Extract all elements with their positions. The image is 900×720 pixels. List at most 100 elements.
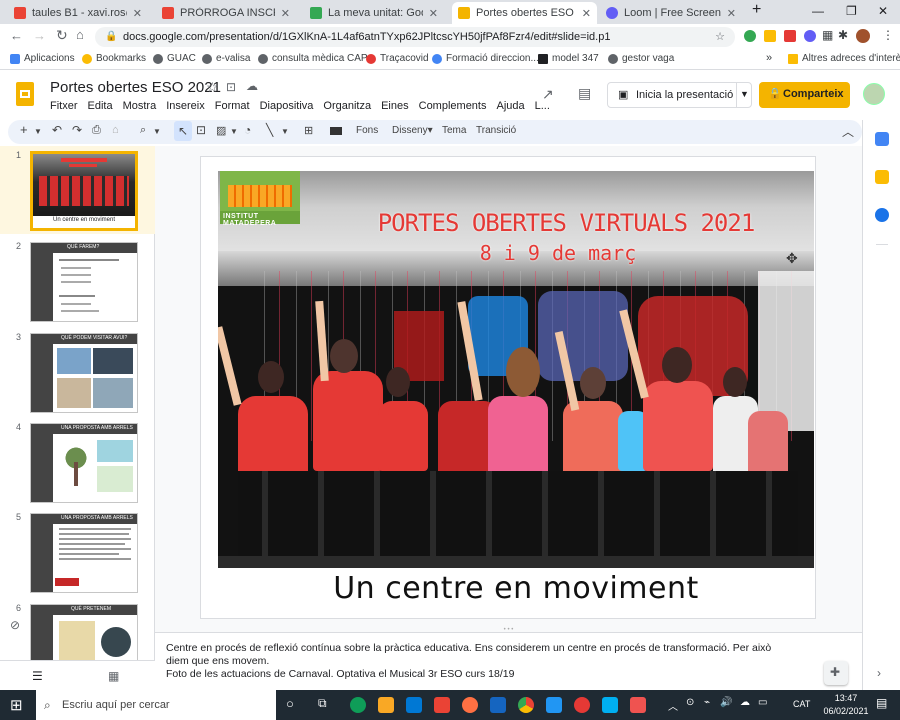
paint-format-icon[interactable]: ⌂ (112, 124, 119, 136)
shape-icon[interactable]: ◔ (244, 123, 251, 137)
slide-thumbnail[interactable]: QUÈ PRETENEM (30, 604, 138, 666)
network-icon[interactable]: ⌁ (704, 697, 710, 708)
edge-icon[interactable] (350, 697, 366, 713)
current-slide[interactable]: INSTITUT MATADEPERA PORTES OBERTES VIRTU… (201, 157, 815, 618)
outlook-icon[interactable] (490, 697, 506, 713)
chrome-icon[interactable] (518, 697, 534, 713)
puzzle-icon[interactable]: ✱ (838, 28, 848, 42)
close-icon[interactable]: ✕ (727, 7, 736, 20)
redo-icon[interactable]: ↷ (72, 123, 82, 137)
window-close-icon[interactable]: ✕ (878, 4, 888, 18)
bookmark-item[interactable]: Aplicacions (10, 53, 75, 64)
slides-logo-icon[interactable] (16, 82, 34, 106)
reload-icon[interactable]: ↻ (56, 27, 68, 44)
image-icon[interactable]: ▨ (216, 124, 226, 137)
restore-icon[interactable]: ❐ (846, 4, 857, 18)
firefox-icon[interactable] (462, 697, 478, 713)
bookmark-item[interactable]: Formació direccion... (432, 53, 539, 64)
language-indicator[interactable]: CAT (793, 699, 810, 709)
speaker-notes[interactable]: Centre en procés de reflexió contínua so… (155, 632, 862, 690)
chevron-down-icon[interactable]: ▼ (281, 127, 289, 136)
text-box-icon[interactable]: ⊡ (196, 123, 206, 137)
bookmark-item[interactable]: consulta mèdica CAP (258, 53, 368, 64)
new-slide-icon[interactable]: + (20, 122, 28, 137)
explore-button[interactable]: ✚ (824, 661, 848, 685)
grid-icon[interactable]: ▦ (822, 28, 833, 42)
file-explorer-icon[interactable] (378, 697, 394, 713)
browser-tab[interactable]: Loom | Free Screen & Video ✕ (600, 2, 742, 24)
grid-view-icon[interactable]: ▦ (108, 669, 119, 683)
close-icon[interactable]: ✕ (429, 7, 438, 20)
slide-thumbnail[interactable]: Un centre en moviment (30, 151, 138, 231)
url-field[interactable]: 🔒 docs.google.com/presentation/d/1GXlKnA… (95, 27, 735, 47)
clock-date[interactable]: 06/02/2021 (818, 706, 874, 716)
extension-icon[interactable] (744, 30, 756, 42)
taskbar-search-input[interactable]: ⌕ Escriu aquí per cercar (36, 690, 276, 720)
clock-time[interactable]: 13:47 (826, 693, 866, 703)
bookmark-item[interactable]: model 347 (538, 53, 599, 64)
app-icon[interactable] (546, 697, 562, 713)
slide-thumbnail[interactable]: UNA PROPOSTA AMB ARRELS (30, 513, 138, 593)
move-folder-icon[interactable]: ⊡ (226, 80, 236, 94)
close-icon[interactable]: ✕ (133, 7, 142, 20)
keep-icon[interactable] (875, 170, 889, 184)
extension-icon[interactable] (804, 30, 816, 42)
notifications-icon[interactable]: ▤ (876, 696, 887, 710)
zoom-icon[interactable]: ⌕ (140, 124, 146, 137)
line-icon[interactable]: ╲ (266, 123, 273, 137)
browser-tab[interactable]: taules B1 - xavi.ros@instituto ✕ (8, 2, 148, 24)
menu-ajuda[interactable]: Ajuda (496, 100, 524, 112)
bookmark-item[interactable]: Bookmarks (82, 53, 146, 64)
slide-thumbnail[interactable]: UNA PROPOSTA AMB ARRELS (30, 423, 138, 503)
chevron-down-icon[interactable]: ▼ (153, 127, 161, 136)
menu-insereix[interactable]: Insereix (166, 100, 205, 112)
transition-button[interactable]: Transició (476, 125, 516, 136)
opera-icon[interactable] (574, 697, 590, 713)
home-icon[interactable]: ⌂ (76, 27, 84, 42)
menu-edita[interactable]: Edita (88, 100, 113, 112)
filmstrip-view-icon[interactable]: ☰ (32, 669, 43, 683)
slide-thumbnail[interactable]: QUÈ PODEM VISITAR AVUI? (30, 333, 138, 413)
bookmark-item[interactable]: GUAC (153, 53, 196, 64)
collapse-icon[interactable]: ︿ (842, 123, 854, 140)
star-icon[interactable]: ☆ (206, 79, 219, 96)
menu-last-edit[interactable]: L... (535, 100, 550, 112)
bookmark-item[interactable]: e-valisa (202, 53, 250, 64)
back-icon[interactable]: ← (10, 28, 23, 43)
bookmark-item[interactable]: Traçacovid (366, 53, 429, 64)
chevron-down-icon[interactable]: ▼ (740, 89, 749, 99)
slide-thumbnail[interactable]: QUÈ FAREM? (30, 242, 138, 322)
print-icon[interactable]: ⎙ (92, 124, 101, 137)
present-button[interactable]: ▣ Inicia la presentació ▼ (607, 82, 752, 108)
slide-photo[interactable]: INSTITUT MATADEPERA PORTES OBERTES VIRTU… (218, 171, 814, 568)
chevron-down-icon[interactable]: ▼ (230, 127, 238, 136)
menu-fitxer[interactable]: Fitxer (50, 100, 78, 112)
kebab-menu-icon[interactable]: ⋮ (882, 28, 894, 42)
select-cursor-icon[interactable]: ↖ (174, 121, 192, 141)
document-title[interactable]: Portes obertes ESO 2021 (50, 79, 221, 96)
background-color-icon[interactable] (330, 127, 342, 135)
background-button[interactable]: Fons (356, 125, 378, 136)
layout-button[interactable]: Disseny▾ (392, 125, 433, 136)
slide-dates[interactable]: 8 i 9 de març (458, 241, 658, 265)
volume-icon[interactable]: 🔊 (720, 697, 732, 708)
cortana-icon[interactable]: ○ (286, 696, 294, 711)
chevron-right-icon[interactable]: › (877, 666, 881, 680)
close-icon[interactable]: ✕ (281, 7, 290, 20)
menu-complements[interactable]: Complements (419, 100, 487, 112)
theme-button[interactable]: Tema (442, 125, 466, 136)
close-icon[interactable]: ✕ (582, 7, 591, 20)
browser-tab[interactable]: La meva unitat: Google Drive ✕ (304, 2, 444, 24)
slide-caption[interactable]: Un centre en moviment (218, 571, 814, 606)
profile-avatar[interactable] (856, 29, 870, 43)
tasks-icon[interactable] (875, 208, 889, 222)
task-view-icon[interactable]: ⧉ (318, 696, 327, 711)
explore-icon[interactable]: ⊘ (10, 618, 20, 632)
app-icon[interactable] (630, 697, 646, 713)
star-icon[interactable]: ☆ (715, 27, 725, 47)
menu-format[interactable]: Format (215, 100, 250, 112)
onedrive-icon[interactable]: ☁ (740, 697, 750, 708)
comment-add-icon[interactable]: ⊞ (304, 124, 313, 137)
mail-icon[interactable] (434, 697, 450, 713)
bookmark-folder[interactable]: Altres adreces d'interès (788, 53, 900, 64)
